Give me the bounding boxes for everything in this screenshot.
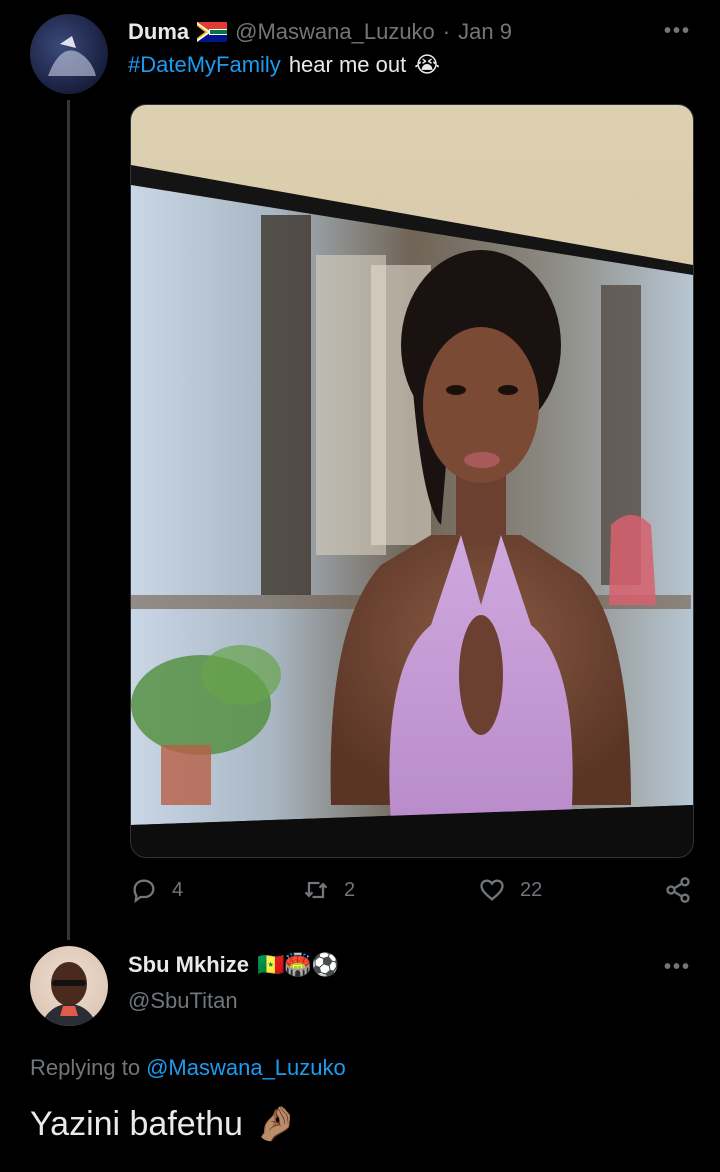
share-action[interactable] — [664, 876, 692, 904]
replying-to-handle[interactable]: @Maswana_Luzuko — [146, 1055, 346, 1081]
tweet-author-avatar[interactable] — [30, 14, 108, 94]
retweet-count: 2 — [344, 878, 356, 901]
thread-connector — [67, 100, 70, 940]
reply-author-avatar[interactable] — [30, 946, 108, 1026]
reply-body: Yazini bafethu — [30, 1104, 243, 1143]
crying-emoji-icon: 😭 — [414, 52, 440, 77]
tweet-author-handle[interactable]: @Maswana_Luzuko — [235, 19, 435, 45]
reply-count: 4 — [172, 878, 184, 901]
tweet-author-name[interactable]: Duma — [128, 19, 189, 45]
replying-to-prefix: Replying to — [30, 1055, 141, 1080]
retweet-action[interactable]: 2 — [302, 876, 355, 904]
tweet-separator: · — [442, 19, 451, 44]
retweet-icon — [304, 881, 328, 899]
tweet-text: #DateMyFamily hear me out 😭 — [128, 52, 440, 78]
tweet-more-icon[interactable]: ••• — [664, 20, 691, 43]
like-count: 22 — [520, 878, 543, 901]
reply-icon — [133, 879, 155, 904]
reply-author-emojis: 🇸🇳🏟️⚽ — [257, 952, 340, 977]
tweet-hashtag[interactable]: #DateMyFamily — [128, 52, 281, 78]
south-africa-flag-icon — [197, 22, 228, 42]
reply-action[interactable]: 4 — [130, 876, 183, 904]
reply-more-icon[interactable]: ••• — [664, 956, 691, 979]
tweet-media-image[interactable] — [130, 104, 694, 858]
reply-author-name[interactable]: Sbu Mkhize — [128, 952, 249, 978]
tweet-header: Duma @Maswana_Luzuko · Jan 9 — [128, 16, 512, 48]
pinched-fingers-emoji-icon: 🤌🏽 — [254, 1105, 298, 1143]
reply-header: Sbu Mkhize 🇸🇳🏟️⚽ — [128, 952, 339, 978]
share-icon — [666, 877, 690, 903]
replying-to: Replying to @Maswana_Luzuko — [30, 1055, 346, 1081]
tweet-date[interactable]: Jan 9 — [458, 19, 512, 45]
tweet-body: hear me out — [288, 52, 407, 77]
like-action[interactable]: 22 — [478, 876, 542, 904]
reply-author-handle[interactable]: @SbuTitan — [128, 988, 238, 1014]
reply-text: Yazini bafethu 🤌🏽 — [30, 1104, 297, 1144]
like-icon — [480, 879, 504, 901]
